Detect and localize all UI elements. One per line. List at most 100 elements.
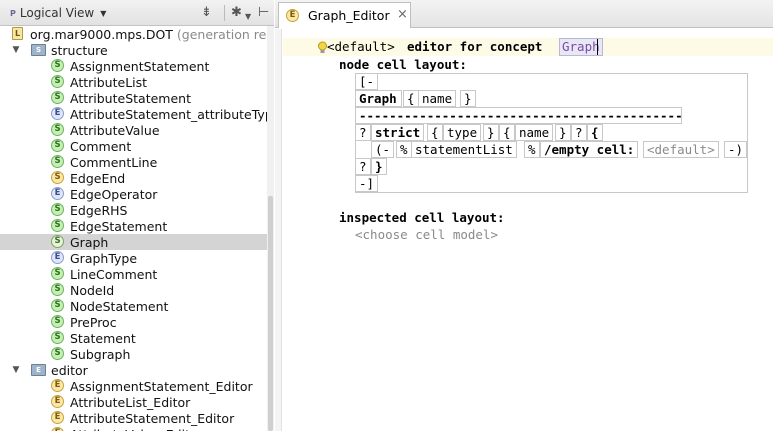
- view-selector[interactable]: P Logical View ▼: [10, 4, 106, 22]
- concept-icon: S: [51, 331, 64, 344]
- tree-item[interactable]: S EdgeEnd: [0, 170, 267, 186]
- tree-item-label: AttributeStatement_Editor: [70, 410, 235, 426]
- tree-item-label: GraphType: [70, 250, 138, 266]
- tree-item[interactable]: E EdgeOperator: [0, 186, 267, 202]
- folder-icon: E: [31, 364, 46, 376]
- brace-open-cell[interactable]: {: [499, 124, 515, 141]
- statement-list-cell[interactable]: statementList: [411, 141, 517, 158]
- expand-arrow-icon[interactable]: ▼: [11, 45, 21, 55]
- tree-item[interactable]: S AttributeValue: [0, 122, 267, 138]
- brace-close-cell[interactable]: }: [483, 124, 499, 141]
- strict-constant-cell[interactable]: strict: [371, 124, 425, 141]
- tree-item-label: Statement: [70, 330, 136, 346]
- folder-label: structure: [51, 42, 108, 58]
- tab-graph-editor[interactable]: E Graph_Editor ×: [278, 2, 411, 28]
- tab-label: Graph_Editor: [308, 8, 390, 23]
- gear-icon[interactable]: ✱: [231, 5, 242, 21]
- close-icon[interactable]: ×: [397, 7, 408, 22]
- tree-item[interactable]: E GraphType: [0, 250, 267, 266]
- editor-panel: E Graph_Editor × <default> editor for co…: [275, 0, 773, 431]
- tree-item-label: NodeStatement: [70, 298, 169, 314]
- empty-cell-label[interactable]: /empty cell:: [540, 141, 639, 158]
- brace-close-cell[interactable]: }: [555, 124, 571, 141]
- tree-folder-editor[interactable]: ▼ E editor: [0, 362, 267, 378]
- hide-panel-icon[interactable]: ⊢: [258, 5, 269, 21]
- tree-item[interactable]: S Graph: [0, 234, 267, 250]
- separator-cell[interactable]: ----------------------------------------…: [355, 107, 682, 124]
- tree-folder-structure[interactable]: ▼ S structure: [0, 42, 267, 58]
- tree-item[interactable]: S Subgraph: [0, 346, 267, 362]
- list-close-cell[interactable]: -): [724, 141, 748, 158]
- tree-item[interactable]: S AttributeStatement: [0, 90, 267, 106]
- tree-root-row[interactable]: L org.mar9000.mps.DOT (generation re: [0, 26, 267, 42]
- folder-label: editor: [51, 362, 88, 378]
- tree-item[interactable]: E AttributeValue_Editor: [0, 426, 267, 431]
- tree-item-label: AttributeStatement_attributeTyp: [70, 106, 267, 122]
- tree-item-label: AssignmentStatement_Editor: [70, 378, 253, 394]
- concept-icon: S: [51, 203, 64, 216]
- collapse-all-icon[interactable]: ⇟: [201, 5, 212, 21]
- tree-item[interactable]: S Comment: [0, 138, 267, 154]
- brace-open-cell[interactable]: {: [403, 90, 419, 107]
- tree-item[interactable]: S CommentLine: [0, 154, 267, 170]
- editor-icon: E: [51, 427, 64, 431]
- tree-item[interactable]: S LineComment: [0, 266, 267, 282]
- view-selector-label: Logical View: [19, 6, 95, 20]
- expand-arrow-icon[interactable]: ▼: [11, 365, 21, 375]
- brace-close-cell[interactable]: }: [460, 90, 476, 107]
- default-tag[interactable]: <default>: [327, 39, 395, 54]
- tree-item-label: EdgeRHS: [70, 202, 128, 218]
- collection-open-cell[interactable]: [-: [355, 73, 379, 90]
- tree-item[interactable]: E AttributeList_Editor: [0, 394, 267, 410]
- percent-cell[interactable]: %: [396, 141, 412, 158]
- inspected-cell-layout-label: inspected cell layout:: [339, 210, 505, 225]
- name-property-cell[interactable]: name: [515, 124, 554, 141]
- graph-constant-cell[interactable]: Graph: [355, 90, 402, 107]
- tree-item-label: PreProc: [70, 314, 117, 330]
- project-view-icon: P: [10, 8, 16, 18]
- concept-icon: S: [51, 267, 64, 280]
- node-cell-layout-label: node cell layout:: [339, 57, 467, 72]
- name-property-cell[interactable]: name: [418, 90, 457, 107]
- tree-scrollbar-thumb[interactable]: [268, 196, 273, 431]
- gear-dropdown-icon[interactable]: ▼: [245, 9, 251, 25]
- concept-icon: S: [51, 283, 64, 296]
- editor-icon: E: [286, 9, 299, 22]
- tree-item[interactable]: S NodeId: [0, 282, 267, 298]
- tree-item[interactable]: S AssignmentStatement: [0, 58, 267, 74]
- enum-concept-icon: E: [51, 251, 64, 264]
- list-open-cell[interactable]: (-: [371, 141, 395, 158]
- tree-item[interactable]: E AssignmentStatement_Editor: [0, 378, 267, 394]
- brace-open-cell[interactable]: {: [427, 124, 443, 141]
- concept-icon: S: [51, 219, 64, 232]
- editor-for-concept-keyword: editor for concept: [407, 39, 543, 54]
- optional-marker-cell[interactable]: ?: [571, 124, 587, 141]
- chevron-down-icon: ▼: [100, 8, 107, 18]
- brace-bold-open-cell[interactable]: {: [587, 124, 603, 141]
- default-placeholder-cell[interactable]: <default>: [643, 141, 719, 158]
- tree-item-label: LineComment: [70, 266, 158, 282]
- collection-close-cell[interactable]: -]: [355, 175, 379, 192]
- tree-item[interactable]: S NodeStatement: [0, 298, 267, 314]
- tree-item[interactable]: S Statement: [0, 330, 267, 346]
- tree-item[interactable]: S EdgeRHS: [0, 202, 267, 218]
- tree-item[interactable]: S AttributeList: [0, 74, 267, 90]
- optional-marker-cell[interactable]: ?: [355, 158, 371, 175]
- tree-item-label: Comment: [70, 138, 132, 154]
- concept-icon: S: [51, 155, 64, 168]
- brace-bold-close-cell[interactable]: }: [371, 158, 387, 175]
- tree-item-label: Graph: [70, 234, 109, 250]
- choose-cell-model-placeholder[interactable]: <choose cell model>: [355, 227, 498, 242]
- tree-item-label: EdgeStatement: [70, 218, 168, 234]
- type-property-cell[interactable]: type: [443, 124, 482, 141]
- percent-cell[interactable]: %: [524, 141, 540, 158]
- tree-item-label: AttributeValue_Editor: [70, 427, 203, 431]
- tree-item[interactable]: E AttributeStatement_attributeTyp: [0, 106, 267, 122]
- tree-item[interactable]: S EdgeStatement: [0, 218, 267, 234]
- editor-content[interactable]: <default> editor for concept Graph node …: [283, 29, 773, 431]
- tree-item-label: EdgeOperator: [70, 186, 158, 202]
- concept-icon: S: [51, 299, 64, 312]
- tree-item[interactable]: S PreProc: [0, 314, 267, 330]
- tree-item[interactable]: E AttributeStatement_Editor: [0, 410, 267, 426]
- optional-marker-cell[interactable]: ?: [355, 124, 371, 141]
